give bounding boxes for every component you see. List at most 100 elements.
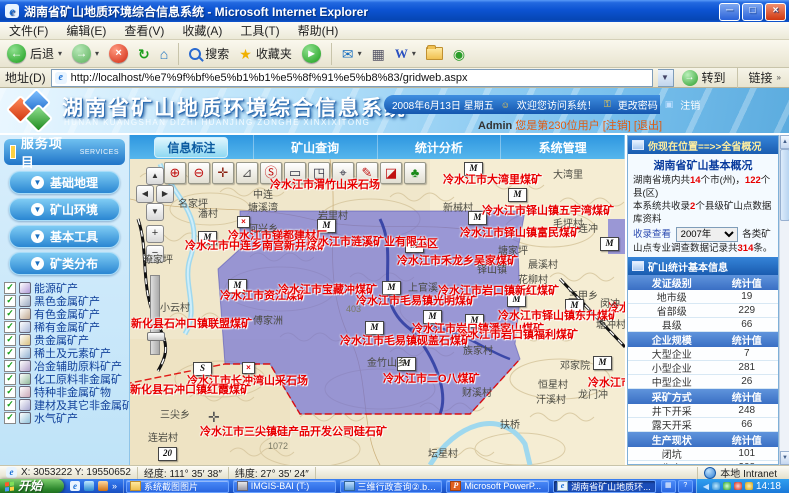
search-button[interactable]: 搜索 (186, 44, 232, 63)
menu-item-5[interactable]: 帮助(H) (289, 21, 348, 40)
forward-button[interactable]: → ▾ (69, 43, 102, 64)
sidebar-section-1[interactable]: ▼矿山环境 (9, 198, 120, 221)
menu-item-0[interactable]: 文件(F) (0, 21, 57, 40)
stat-number: 122 (745, 175, 761, 186)
tab-3[interactable]: 系统管理 (501, 135, 625, 159)
tab-1[interactable]: 矿山查询 (254, 135, 378, 159)
taskbar-window-2[interactable]: 三维行政查询②.bmp (340, 480, 443, 493)
stop-button[interactable]: × (106, 43, 131, 64)
taskbar-window-0[interactable]: 系统截图图片 (126, 480, 229, 493)
mine-label[interactable]: 新化县石冲口镇红霞煤矿 (130, 381, 251, 397)
mine-label[interactable]: 新化县石冲口镇联盟煤矿 (131, 315, 252, 331)
print-button[interactable]: ▦ (369, 45, 388, 63)
header-cell: 发证级别 (628, 275, 716, 290)
tab-label: 矿山查询 (285, 138, 345, 157)
minimize-button[interactable]: ─ (719, 3, 740, 21)
edit-button[interactable]: W ▾ (392, 45, 419, 63)
map-marker-20[interactable]: 20 (158, 447, 177, 461)
page-scrollbar[interactable]: ▲ ▼ (779, 135, 789, 465)
admin-links[interactable]: [注销] [退出] (603, 120, 662, 132)
maximize-button[interactable]: □ (742, 3, 763, 21)
word-icon: W (395, 46, 408, 62)
checkbox-checked[interactable]: ✓ (4, 321, 16, 333)
sidebar-section-3[interactable]: ▼矿类分布 (9, 252, 120, 275)
village-label: 族家村 (463, 342, 493, 357)
network-tray-icon[interactable] (712, 482, 720, 490)
tab-0[interactable]: 信息标注 (130, 135, 254, 159)
checkbox-checked[interactable]: ✓ (4, 347, 16, 359)
row-label: 县级 (628, 317, 716, 332)
close-button[interactable]: × (765, 3, 786, 21)
desktop-quick-icon[interactable] (84, 481, 94, 491)
taskbar-window-1[interactable]: IMGIS-BAI (T:) (233, 480, 336, 493)
links-button[interactable]: 链接 » (746, 68, 784, 87)
tray-arrow-icon[interactable]: ◀ (703, 482, 709, 491)
printer-task-icon[interactable]: ▦ (661, 480, 676, 493)
mine-label[interactable]: 冷水江市铎山镇五宇湾煤矿 (482, 202, 614, 218)
address-input[interactable]: e http://localhost/%e7%9f%bf%e5%b1%b1%e5… (51, 69, 653, 87)
back-icon: ← (7, 44, 26, 63)
messenger-button[interactable]: ◉ (450, 45, 468, 63)
menu-item-3[interactable]: 收藏(A) (173, 21, 231, 40)
start-button[interactable]: 开始 (0, 479, 64, 493)
checkbox-checked[interactable]: ✓ (4, 334, 16, 346)
layer-item[interactable]: ✓ 水气矿产 (0, 411, 129, 424)
mine-label[interactable]: 冷水江市三尖镇硅产品开发公司硅石矿 (200, 423, 387, 439)
mine-label[interactable]: 冷水江市岩口镇福利煤矿 (457, 326, 578, 342)
favorites-button[interactable]: ★ 收藏夹 (236, 44, 295, 63)
mine-marker[interactable]: M (593, 356, 612, 370)
mine-marker[interactable]: M (508, 188, 527, 202)
checkbox-checked[interactable]: ✓ (4, 386, 16, 398)
ie-quick-icon[interactable]: e (70, 481, 80, 491)
mine-label[interactable]: 冷水江市涟溪矿业有限公 (307, 233, 428, 249)
scroll-up-arrow[interactable]: ▲ (780, 135, 789, 149)
sidebar-section-0[interactable]: ▼基础地理 (9, 171, 120, 194)
chevron-right-icon[interactable]: » (112, 481, 117, 491)
logout-link[interactable]: 注销 (680, 97, 700, 112)
antivirus-tray-icon[interactable] (723, 482, 731, 490)
folder-button[interactable] (423, 46, 446, 61)
mine-marker[interactable]: M (600, 237, 619, 251)
checkbox-checked[interactable]: ✓ (4, 373, 16, 385)
map-canvas[interactable]: ⊕⊖✛⊿Ⓢ▭◳⌖✎◪♣ ▲ ◀ ▶ ▼ + − ✛ MMMMMMMMMMMMMM… (130, 159, 625, 465)
clock[interactable]: 14:18 (756, 481, 781, 492)
stats-group-header: 采矿方式统计值 (628, 389, 778, 404)
refresh-button[interactable]: ↻ (135, 45, 153, 63)
tab-2[interactable]: 统计分析 (378, 135, 502, 159)
mine-label[interactable]: 工区 (416, 235, 438, 251)
header-cell: 统计值 (716, 275, 779, 290)
volume-tray-icon[interactable] (745, 482, 753, 490)
sidebar-section-2[interactable]: ▼基本工具 (9, 225, 120, 248)
mine-label[interactable]: 冷水江市大湾里煤矿 (443, 171, 542, 187)
scrollbar-thumb[interactable] (780, 149, 789, 221)
village-label: 坛星村 (428, 445, 458, 460)
taskbar-window-4[interactable]: e湖南省矿山地质环... (553, 480, 656, 493)
back-button[interactable]: ← 后退 ▾ (4, 43, 65, 64)
checkbox-checked[interactable]: ✓ (4, 412, 16, 424)
menu-item-4[interactable]: 工具(T) (231, 21, 288, 40)
help-task-icon[interactable]: ? (678, 480, 693, 493)
scroll-down-arrow[interactable]: ▼ (780, 451, 789, 465)
alert-tray-icon[interactable] (734, 482, 742, 490)
app-quick-icon[interactable] (98, 481, 108, 491)
checkbox-checked[interactable]: ✓ (4, 282, 16, 294)
mail-button[interactable]: ✉ ▾ (339, 45, 365, 63)
mine-label[interactable]: 冷水江市毛易镇砚盖石煤矿 (340, 332, 472, 348)
media-button[interactable]: ▸ (299, 43, 324, 64)
checkbox-checked[interactable]: ✓ (4, 295, 16, 307)
menu-item-1[interactable]: 编辑(E) (57, 21, 115, 40)
window-title: 湖南省矿山地质环... (571, 480, 651, 493)
checkbox-checked[interactable]: ✓ (4, 360, 16, 372)
change-password-link[interactable]: 更改密码 (618, 97, 658, 112)
home-button[interactable]: ⌂ (157, 45, 171, 63)
address-dropdown[interactable]: ▼ (658, 69, 674, 87)
taskbar-window-3[interactable]: PMicrosoft PowerP... (446, 480, 549, 493)
checkbox-checked[interactable]: ✓ (4, 308, 16, 320)
mine-label[interactable]: 冷水江市渭竹山采石场 (270, 176, 380, 192)
village-label: 闵冲 (600, 295, 620, 310)
go-button[interactable]: → 转到 (679, 68, 729, 87)
year-select[interactable]: 2007年 (676, 227, 738, 242)
menu-item-2[interactable]: 查看(V) (115, 21, 173, 40)
checkbox-checked[interactable]: ✓ (4, 399, 16, 411)
layer-label: 水气矿产 (34, 410, 78, 426)
